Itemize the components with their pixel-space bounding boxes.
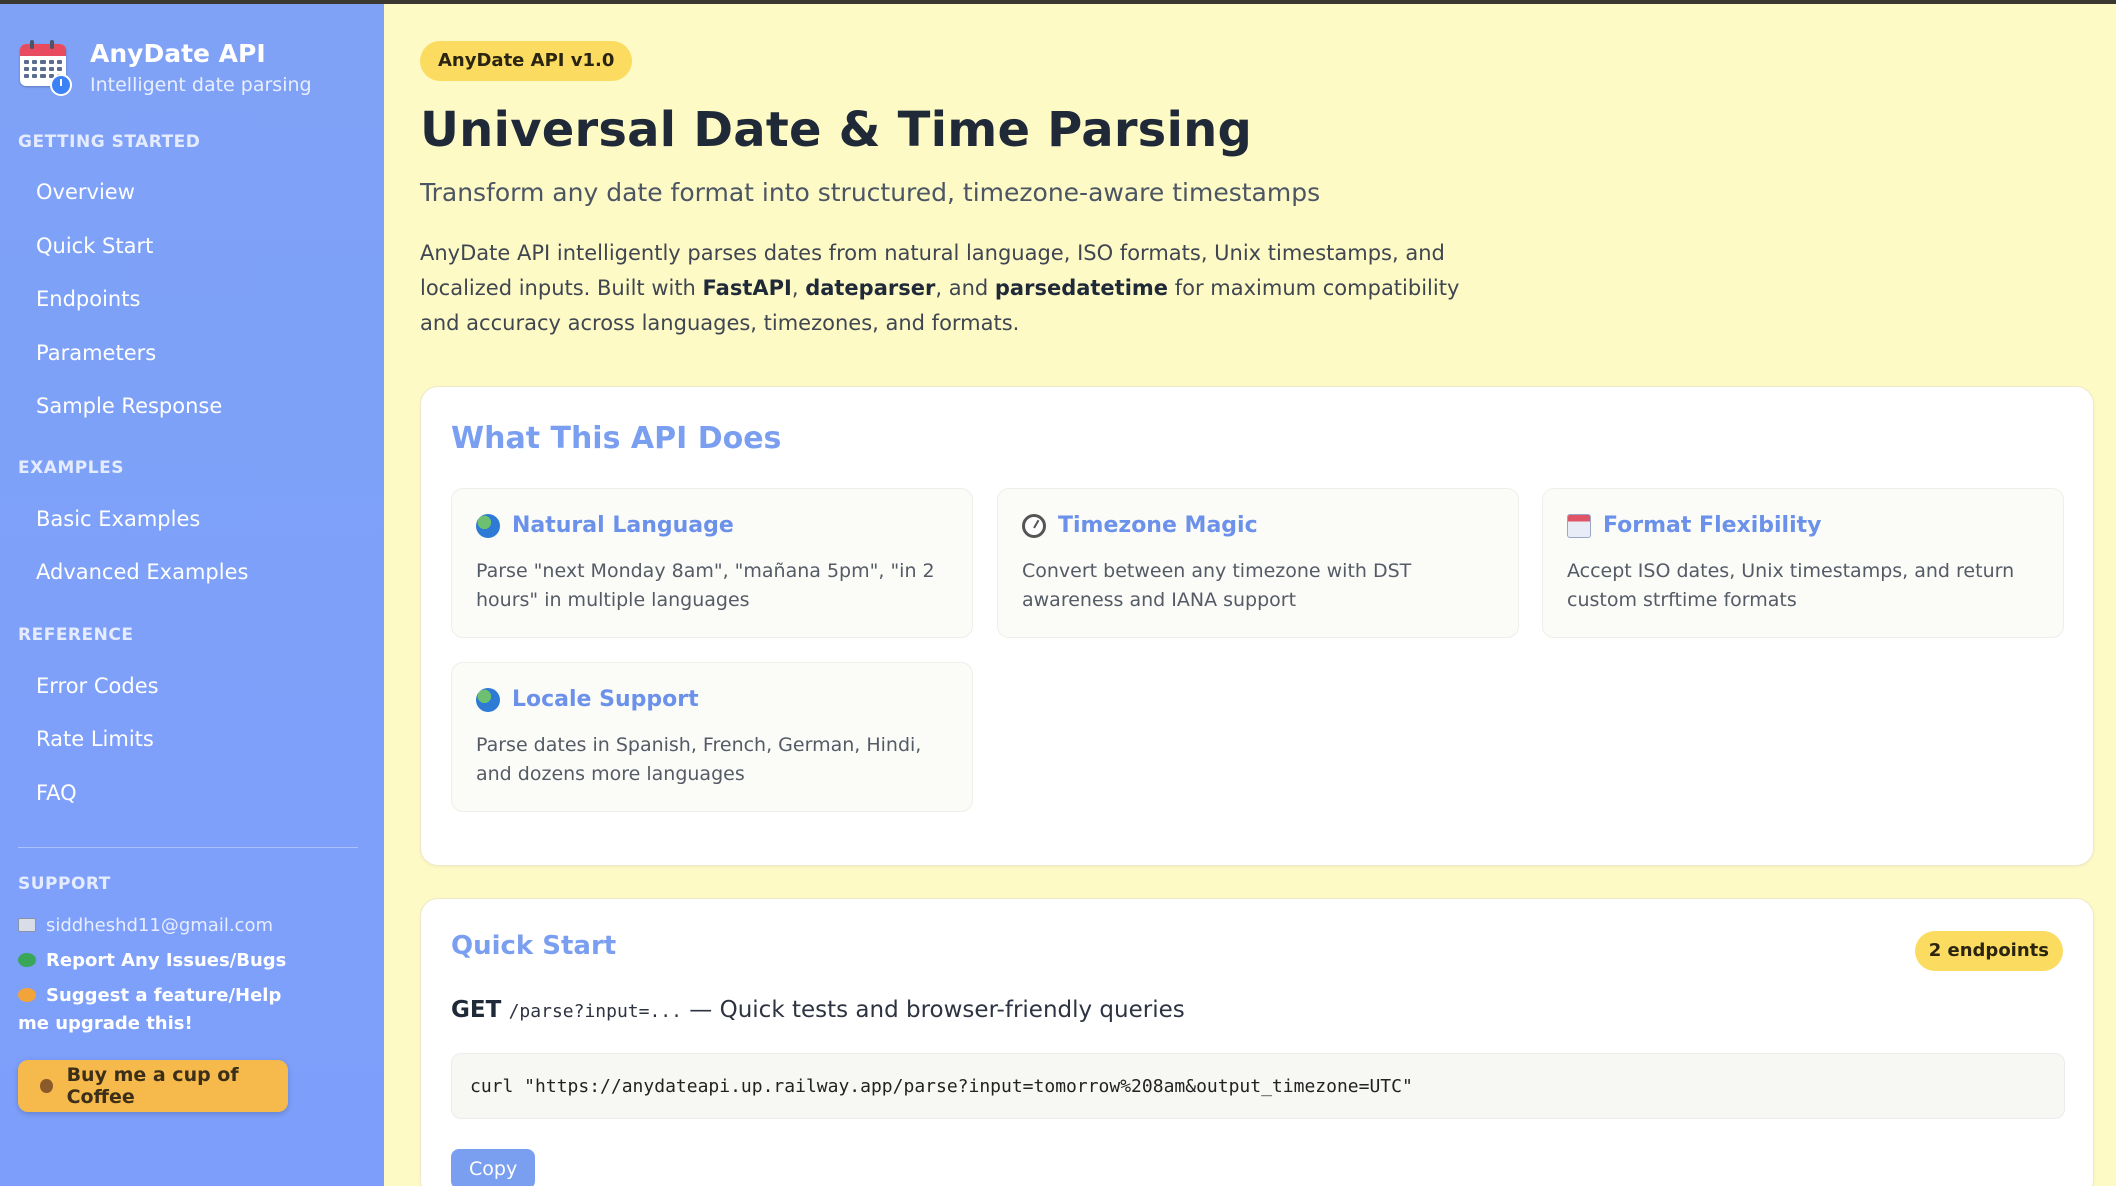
suggest-feature-link[interactable]: Suggest a feature/Help me upgrade this! bbox=[18, 982, 318, 1038]
sidebar-item-rate-limits[interactable]: Rate Limits bbox=[36, 725, 154, 753]
handshake-icon bbox=[18, 988, 36, 1002]
page-subtitle: Transform any date format into structure… bbox=[420, 178, 1321, 207]
globe-icon bbox=[476, 513, 500, 538]
section-reference: REFERENCE bbox=[18, 625, 134, 645]
sidebar-item-advanced-examples[interactable]: Advanced Examples bbox=[36, 558, 248, 586]
coffee-icon bbox=[40, 1079, 53, 1093]
globe-icon bbox=[476, 687, 500, 712]
curl-code-block[interactable]: curl "https://anydateapi.up.railway.app/… bbox=[451, 1053, 2065, 1119]
version-badge: AnyDate API v1.0 bbox=[420, 41, 633, 81]
brand-title: AnyDate API bbox=[90, 39, 266, 68]
sidebar-divider bbox=[18, 847, 358, 848]
lib-fastapi: FastAPI bbox=[702, 276, 792, 300]
intro-paragraph: AnyDate API intelligently parses dates f… bbox=[420, 241, 1460, 335]
clock-icon bbox=[1022, 513, 1046, 538]
section-examples: EXAMPLES bbox=[18, 458, 124, 478]
email-icon bbox=[18, 918, 36, 932]
section-getting-started: GETTING STARTED bbox=[18, 132, 201, 152]
brand-subtitle: Intelligent date parsing bbox=[90, 74, 312, 96]
copy-button[interactable]: Copy bbox=[451, 1149, 536, 1186]
features-card-title: What This API Does bbox=[451, 421, 782, 456]
section-support: SUPPORT bbox=[18, 874, 111, 894]
feature-format-flexibility: Format Flexibility Accept ISO dates, Uni… bbox=[1542, 488, 2064, 638]
lib-parsedatetime: parsedatetime bbox=[994, 276, 1169, 300]
brand[interactable]: AnyDate API Intelligent date parsing bbox=[18, 38, 312, 98]
sidebar-item-basic-examples[interactable]: Basic Examples bbox=[36, 505, 200, 533]
page-title: Universal Date & Time Parsing bbox=[420, 102, 1253, 158]
feature-locale-support: Locale Support Parse dates in Spanish, F… bbox=[451, 662, 973, 812]
endpoint-line: GET /parse?input=... — Quick tests and b… bbox=[451, 997, 1185, 1023]
window-top-border bbox=[0, 0, 2116, 4]
calendar-icon bbox=[1567, 513, 1591, 538]
sidebar-item-error-codes[interactable]: Error Codes bbox=[36, 672, 159, 700]
sidebar-item-faq[interactable]: FAQ bbox=[36, 779, 77, 807]
http-method: GET bbox=[451, 997, 502, 1023]
sidebar-item-parameters[interactable]: Parameters bbox=[36, 339, 156, 367]
sidebar-item-endpoints[interactable]: Endpoints bbox=[36, 285, 140, 313]
support-email-link[interactable]: siddheshd11@gmail.com bbox=[18, 912, 273, 940]
feature-natural-language: Natural Language Parse "next Monday 8am"… bbox=[451, 488, 973, 638]
lib-dateparser: dateparser bbox=[805, 276, 936, 300]
endpoints-count-badge: 2 endpoints bbox=[1914, 931, 2063, 971]
sidebar-item-quick-start[interactable]: Quick Start bbox=[36, 232, 153, 260]
endpoint-path: /parse?input=... bbox=[508, 1001, 682, 1022]
sidebar-item-overview[interactable]: Overview bbox=[36, 178, 135, 206]
buy-coffee-button[interactable]: Buy me a cup of Coffee bbox=[18, 1060, 288, 1112]
quick-start-title: Quick Start bbox=[451, 931, 617, 961]
features-card: What This API Does Natural Language Pars… bbox=[420, 386, 2094, 866]
report-issues-link[interactable]: Report Any Issues/Bugs bbox=[18, 947, 286, 975]
sidebar-item-sample-response[interactable]: Sample Response bbox=[36, 392, 222, 420]
feature-timezone-magic: Timezone Magic Convert between any timez… bbox=[997, 488, 1519, 638]
sidebar: AnyDate API Intelligent date parsing GET… bbox=[0, 4, 384, 1186]
bug-icon bbox=[18, 953, 36, 967]
calendar-clock-icon bbox=[18, 38, 72, 96]
quick-start-card: Quick Start 2 endpoints GET /parse?input… bbox=[420, 898, 2094, 1186]
